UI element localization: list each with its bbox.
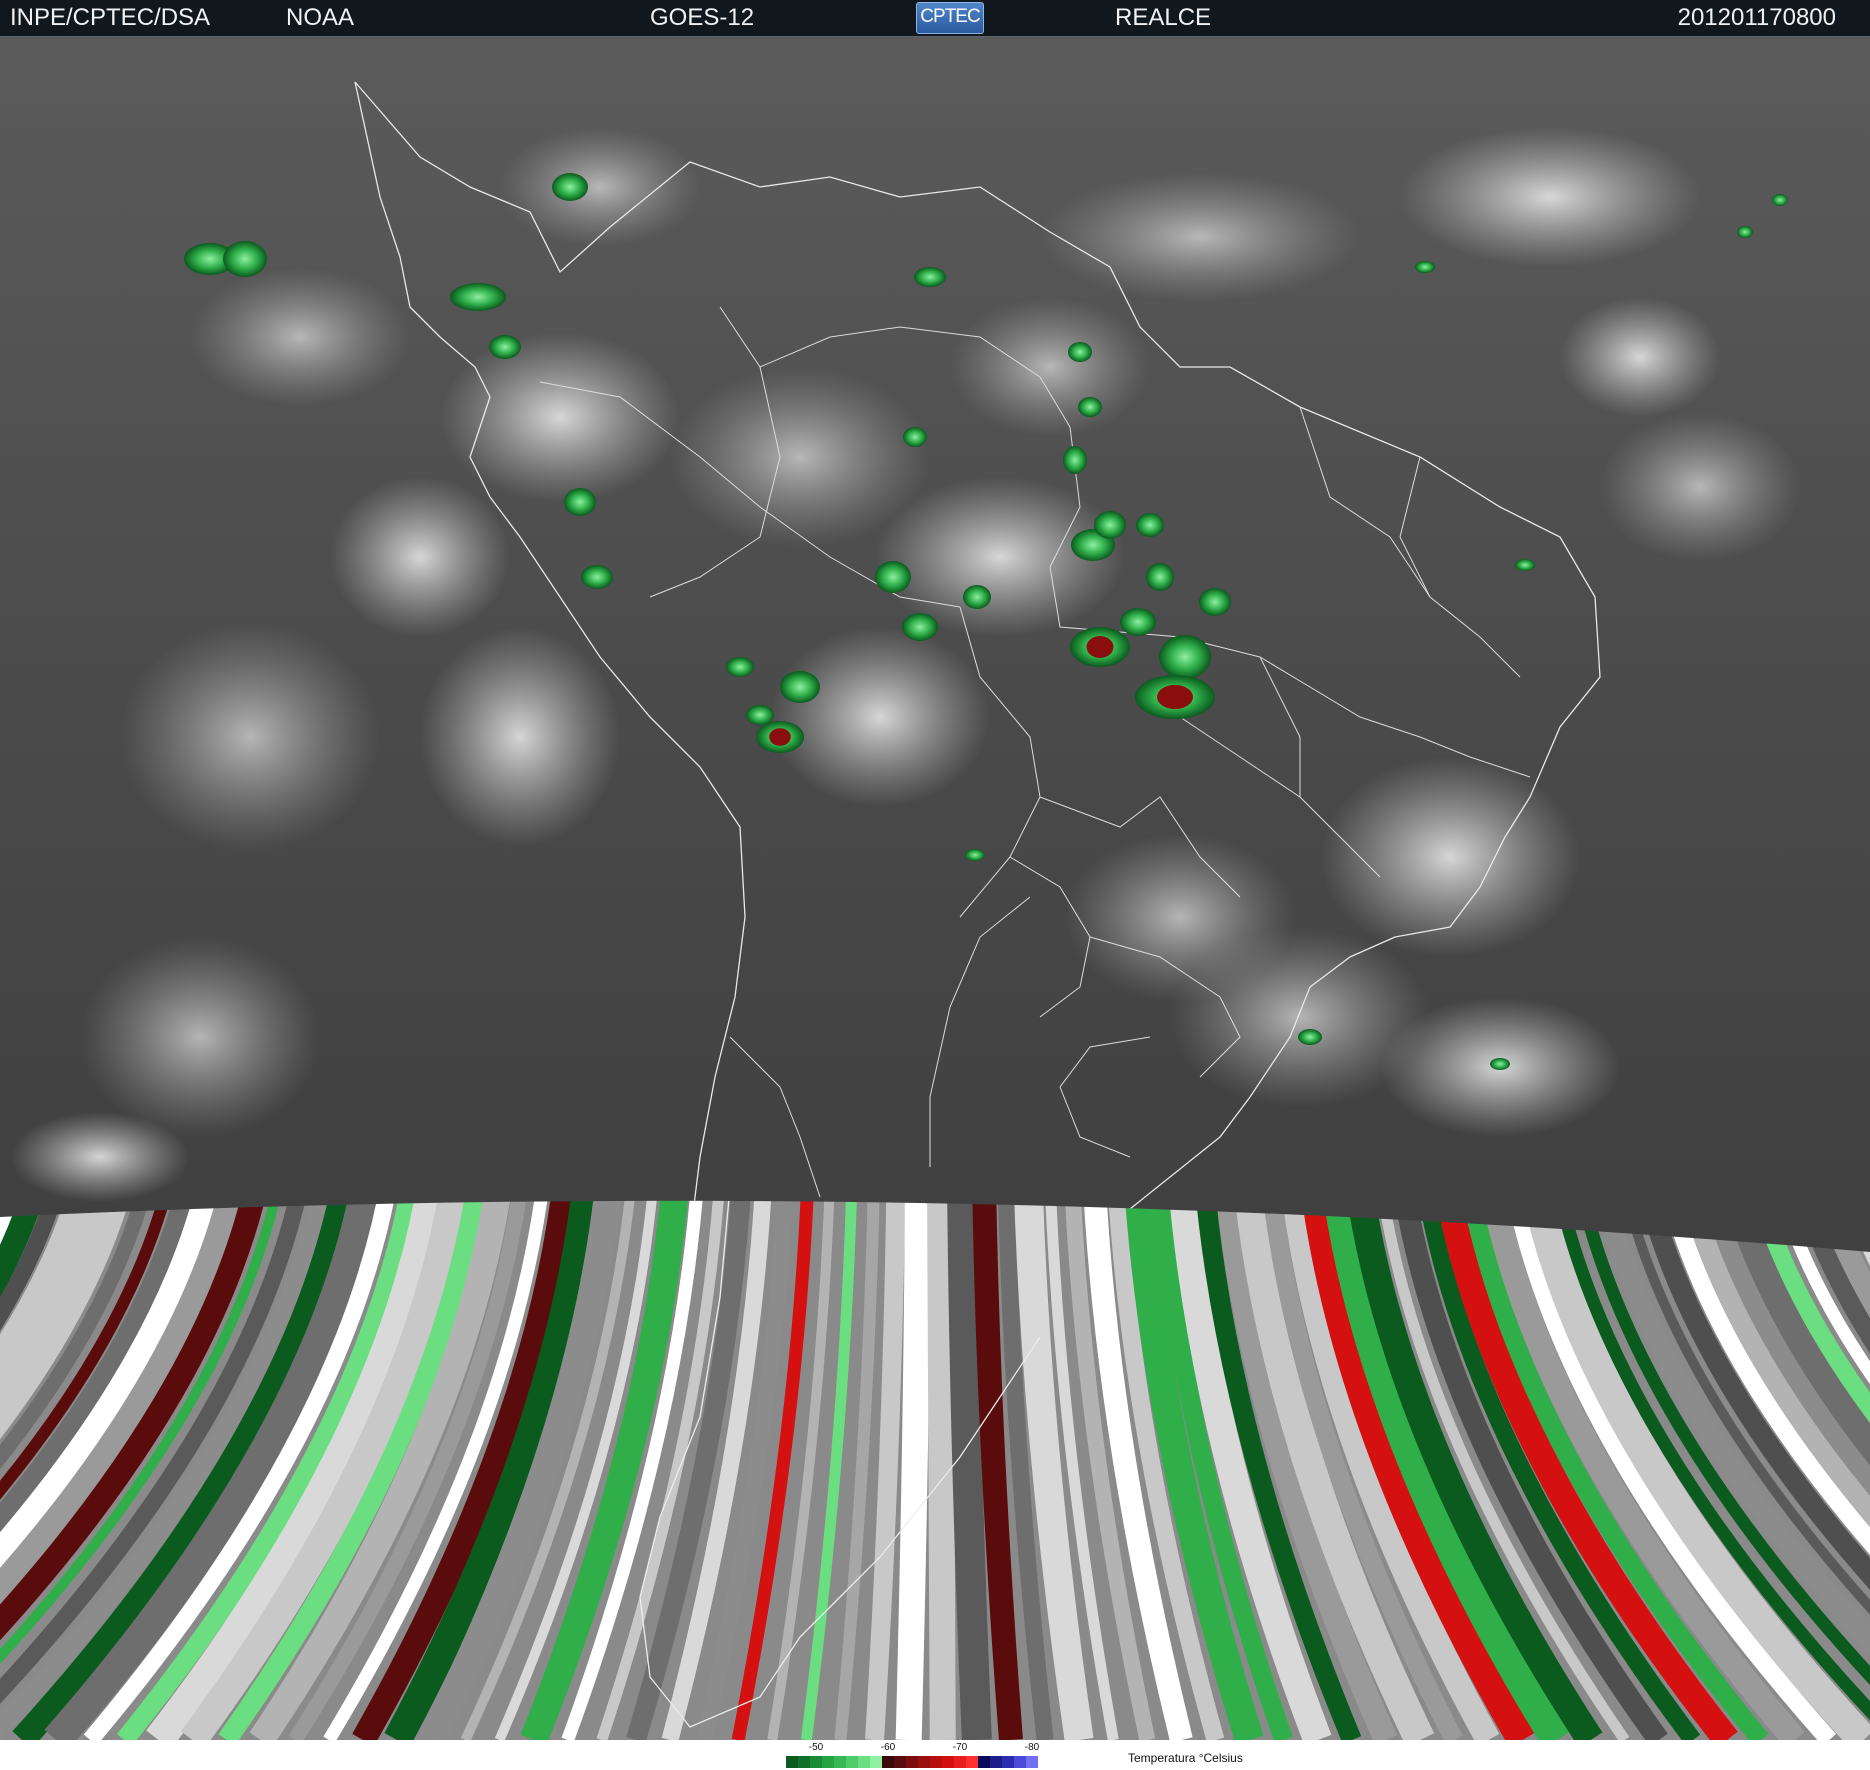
cloud-patch bbox=[120, 622, 380, 852]
legend-swatch bbox=[978, 1756, 990, 1768]
storm-cell bbox=[552, 173, 588, 201]
legend-swatch bbox=[1002, 1756, 1014, 1768]
legend-swatch bbox=[954, 1756, 966, 1768]
storm-cell bbox=[780, 671, 820, 703]
storm-cell bbox=[1136, 513, 1164, 537]
storm-cell bbox=[1490, 1058, 1510, 1070]
satellite-image bbox=[0, 37, 1870, 1740]
agency-label: NOAA bbox=[286, 4, 355, 31]
legend-ticks: -50 -60 -70 -80 bbox=[786, 1741, 1116, 1755]
storm-cell bbox=[489, 335, 521, 359]
storm-cell bbox=[1068, 342, 1092, 362]
legend-swatch bbox=[906, 1756, 918, 1768]
cloud-patch bbox=[330, 477, 510, 637]
storm-cell bbox=[1515, 559, 1535, 571]
storm-cell bbox=[450, 283, 506, 311]
legend-swatch bbox=[894, 1756, 906, 1768]
cloud-patch bbox=[10, 1112, 190, 1202]
storm-cell bbox=[914, 267, 946, 287]
storm-core bbox=[1086, 636, 1114, 658]
legend-swatch bbox=[810, 1756, 822, 1768]
legend-swatch bbox=[990, 1756, 1002, 1768]
cloud-patch bbox=[440, 332, 680, 502]
storm-cell bbox=[1078, 397, 1102, 417]
cloud-patch bbox=[80, 937, 320, 1137]
legend-swatch bbox=[822, 1756, 834, 1768]
legend-swatch bbox=[918, 1756, 930, 1768]
legend-swatch bbox=[786, 1756, 798, 1768]
storm-cell bbox=[1737, 226, 1753, 238]
legend-swatch bbox=[966, 1756, 978, 1768]
storm-cell bbox=[1146, 563, 1174, 591]
storm-cell bbox=[223, 241, 267, 277]
cloud-patch bbox=[950, 297, 1150, 437]
legend-tick-label: -60 bbox=[880, 1742, 896, 1753]
legend-swatch bbox=[1014, 1756, 1026, 1768]
legend-swatch bbox=[930, 1756, 942, 1768]
legend-swatch bbox=[942, 1756, 954, 1768]
storm-cell bbox=[965, 849, 985, 861]
storm-cell bbox=[1199, 588, 1231, 616]
storm-cell bbox=[1159, 635, 1211, 679]
legend-swatch bbox=[1026, 1756, 1038, 1768]
cptec-logo: CPTEC bbox=[916, 2, 984, 34]
storm-cell bbox=[875, 561, 911, 593]
storm-cell bbox=[1094, 511, 1126, 539]
timestamp-label: 201201170800 bbox=[1677, 4, 1836, 31]
cloud-patch bbox=[1560, 297, 1720, 417]
temperature-legend: -50 -60 -70 -80 Temperatura °Celsius bbox=[786, 1741, 1326, 1770]
storm-cell bbox=[746, 705, 774, 725]
storm-core bbox=[769, 728, 791, 746]
storm-core bbox=[1157, 684, 1193, 710]
cloud-patch bbox=[1600, 412, 1800, 562]
storm-cell bbox=[1063, 446, 1087, 474]
legend-swatch bbox=[858, 1756, 870, 1768]
institution-label: INPE/CPTEC/DSA bbox=[10, 4, 211, 31]
storm-cell bbox=[903, 427, 927, 447]
legend-swatch bbox=[798, 1756, 810, 1768]
image-header: INPE/CPTEC/DSA NOAA GOES-12 CPTEC REALCE… bbox=[0, 0, 1870, 37]
cloud-patch bbox=[770, 627, 990, 807]
artifact-band bbox=[927, 1176, 956, 1740]
legend-color-bar bbox=[786, 1756, 1038, 1768]
cloud-patch bbox=[1040, 172, 1360, 302]
legend-tick-label: -50 bbox=[808, 1742, 824, 1753]
storm-cell bbox=[1120, 608, 1156, 636]
cloud-patch bbox=[1400, 127, 1700, 267]
logo-text: CPTEC bbox=[920, 6, 980, 27]
storm-cell bbox=[564, 488, 596, 516]
legend-swatch bbox=[846, 1756, 858, 1768]
legend-swatch bbox=[870, 1756, 882, 1768]
storm-cell bbox=[581, 565, 613, 589]
legend-swatch bbox=[882, 1756, 894, 1768]
storm-cell bbox=[1772, 194, 1788, 206]
cloud-patch bbox=[1065, 832, 1295, 1002]
legend-tick-label: -80 bbox=[1024, 1742, 1040, 1753]
enhancement-mode-label: REALCE bbox=[1115, 4, 1212, 31]
legend-title: Temperatura °Celsius bbox=[1128, 1751, 1243, 1765]
artifact-band bbox=[895, 1176, 931, 1740]
legend-tick-label: -70 bbox=[952, 1742, 968, 1753]
satellite-label: GOES-12 bbox=[650, 4, 755, 31]
storm-cell bbox=[726, 657, 754, 677]
cloud-patch bbox=[190, 267, 410, 407]
storm-cell bbox=[902, 613, 938, 641]
storm-cell bbox=[1415, 261, 1435, 273]
legend-swatch bbox=[834, 1756, 846, 1768]
cloud-patch bbox=[420, 627, 620, 847]
cloud-patch bbox=[500, 127, 700, 247]
storm-cell bbox=[963, 585, 991, 609]
storm-cell bbox=[1298, 1029, 1322, 1045]
